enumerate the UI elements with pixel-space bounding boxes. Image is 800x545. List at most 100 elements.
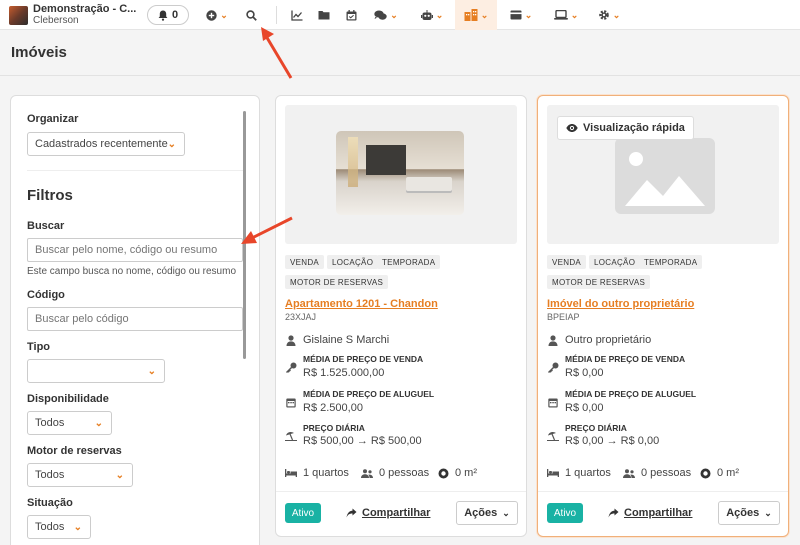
share-button[interactable]: Compartilhar bbox=[346, 507, 430, 519]
status-badge: Ativo bbox=[547, 503, 583, 523]
annotation-arrow-icon bbox=[241, 216, 293, 244]
properties-menu-button[interactable]: ⌄ bbox=[455, 0, 497, 30]
tag-season: TEMPORADA bbox=[377, 255, 441, 269]
situation-select[interactable]: Todos ⌄ bbox=[27, 515, 91, 539]
chevron-down-icon: ⌄ bbox=[220, 9, 228, 20]
user-icon bbox=[547, 334, 559, 346]
people-info: 0 pessoas bbox=[361, 467, 429, 479]
card-icon bbox=[510, 10, 522, 20]
arrow-right-icon: → bbox=[606, 435, 618, 447]
dot-circle-icon bbox=[700, 468, 711, 478]
status-badge: Ativo bbox=[285, 503, 321, 523]
search-input[interactable] bbox=[27, 238, 243, 262]
arrow-right-icon: → bbox=[356, 435, 368, 447]
living-room-photo bbox=[336, 131, 464, 215]
chevron-down-icon: ⌄ bbox=[435, 9, 444, 20]
organize-value: Cadastrados recentemente bbox=[35, 138, 168, 150]
umbrella-beach-icon bbox=[547, 430, 559, 442]
website-menu-button[interactable]: ⌄ bbox=[548, 0, 584, 30]
chevron-down-icon: ⌄ bbox=[524, 9, 533, 20]
tag-rent: LOCAÇÃO bbox=[589, 255, 641, 269]
sale-price-label: MÉDIA DE PREÇO DE VENDA bbox=[565, 354, 686, 364]
page-header: Imóveis bbox=[0, 31, 800, 76]
user-icon bbox=[285, 334, 297, 346]
daily-price-range: R$ 500,00 → R$ 500,00 bbox=[303, 435, 422, 447]
divider bbox=[276, 491, 526, 492]
automation-menu-button[interactable]: ⌄ bbox=[418, 0, 446, 30]
chevron-down-icon: ⌄ bbox=[147, 366, 156, 377]
sale-price-value: R$ 0,00 bbox=[565, 367, 604, 379]
notifications-button[interactable]: 0 bbox=[147, 5, 189, 25]
daily-price-to: R$ 0,00 bbox=[620, 435, 660, 447]
property-card-selected[interactable]: Visualização rápida VENDA LOCAÇÃO TEMPOR… bbox=[537, 95, 789, 537]
umbrella-beach-icon bbox=[285, 430, 297, 442]
chevron-down-icon: ⌄ bbox=[480, 9, 489, 20]
property-title-link[interactable]: Imóvel do outro proprietário bbox=[547, 298, 694, 310]
quick-view-button[interactable]: Visualização rápida bbox=[557, 116, 694, 140]
people-count: 0 pessoas bbox=[379, 467, 430, 479]
rooms-info: 1 quartos bbox=[285, 467, 349, 479]
chevron-down-icon: ⌄ bbox=[94, 418, 103, 429]
organize-label: Organizar bbox=[27, 113, 79, 125]
rent-price-value: R$ 0,00 bbox=[565, 402, 604, 414]
filters-heading: Filtros bbox=[27, 187, 73, 204]
tag-booking-engine: MOTOR DE RESERVAS bbox=[547, 275, 651, 289]
messages-menu-button[interactable]: ⌄ bbox=[371, 0, 401, 30]
property-title-link[interactable]: Apartamento 1201 - Chandon bbox=[285, 298, 438, 310]
property-card[interactable]: VENDA LOCAÇÃO TEMPORADA MOTOR DE RESERVA… bbox=[275, 95, 527, 537]
actions-label: Ações bbox=[726, 507, 760, 519]
actions-dropdown[interactable]: Ações ⌄ bbox=[456, 501, 518, 525]
tag-sale: VENDA bbox=[547, 255, 587, 269]
area-value: 0 m² bbox=[455, 467, 477, 479]
share-button[interactable]: Compartilhar bbox=[608, 507, 692, 519]
booking-engine-select[interactable]: Todos ⌄ bbox=[27, 463, 133, 487]
type-select[interactable]: ⌄ bbox=[27, 359, 165, 383]
settings-menu-button[interactable]: ⌄ bbox=[594, 0, 624, 30]
share-label: Compartilhar bbox=[624, 507, 693, 519]
key-icon bbox=[285, 361, 297, 373]
area-info: 0 m² bbox=[438, 467, 477, 479]
availability-select[interactable]: Todos ⌄ bbox=[27, 411, 112, 435]
tag-rent: LOCAÇÃO bbox=[327, 255, 379, 269]
rent-price-label: MÉDIA DE PREÇO DE ALUGUEL bbox=[303, 389, 435, 399]
actions-dropdown[interactable]: Ações ⌄ bbox=[718, 501, 780, 525]
user-name: Cleberson bbox=[33, 15, 79, 26]
area-info: 0 m² bbox=[700, 467, 739, 479]
chevron-down-icon: ⌄ bbox=[764, 507, 772, 518]
search-label: Buscar bbox=[27, 220, 65, 232]
organize-select[interactable]: Cadastrados recentemente ⌄ bbox=[27, 132, 185, 156]
property-photo-placeholder[interactable]: Visualização rápida bbox=[547, 105, 779, 244]
availability-label: Disponibilidade bbox=[27, 393, 109, 405]
bed-icon bbox=[285, 469, 297, 477]
calendar-icon bbox=[346, 9, 356, 20]
add-menu-button[interactable]: ⌄ bbox=[202, 0, 232, 30]
search-icon bbox=[245, 9, 257, 21]
gear-icon bbox=[598, 10, 609, 20]
tag-season: TEMPORADA bbox=[639, 255, 703, 269]
search-hint: Este campo busca no nome, código ou resu… bbox=[27, 266, 237, 277]
buildings-icon bbox=[464, 9, 478, 21]
image-placeholder-icon bbox=[615, 138, 715, 214]
property-code: BPEIAP bbox=[547, 312, 580, 322]
dot-circle-icon bbox=[438, 468, 449, 478]
eye-icon bbox=[566, 124, 578, 132]
avatar[interactable] bbox=[9, 6, 28, 25]
rooms-count: 1 quartos bbox=[565, 467, 611, 479]
sale-price-label: MÉDIA DE PREÇO DE VENDA bbox=[303, 354, 424, 364]
bell-icon bbox=[158, 10, 168, 21]
code-input[interactable] bbox=[27, 307, 243, 331]
folder-icon bbox=[318, 11, 330, 20]
rooms-count: 1 quartos bbox=[303, 467, 349, 479]
chevron-down-icon: ⌄ bbox=[167, 139, 176, 150]
calendar-button[interactable] bbox=[344, 0, 358, 30]
finance-menu-button[interactable]: ⌄ bbox=[506, 0, 536, 30]
property-photo[interactable] bbox=[285, 105, 517, 244]
chevron-down-icon: ⌄ bbox=[502, 507, 510, 518]
app-title[interactable]: Demonstração - C... bbox=[33, 3, 136, 15]
daily-price-label: PREÇO DIÁRIA bbox=[303, 423, 365, 433]
daily-price-to: R$ 500,00 bbox=[370, 435, 422, 447]
actions-label: Ações bbox=[464, 507, 498, 519]
top-navbar: Demonstração - C... Cleberson 0 ⌄ ⌄ ⌄ ⌄ … bbox=[0, 0, 800, 30]
documents-button[interactable] bbox=[316, 0, 332, 30]
filters-panel: Organizar Cadastrados recentemente ⌄ Fil… bbox=[10, 95, 260, 545]
